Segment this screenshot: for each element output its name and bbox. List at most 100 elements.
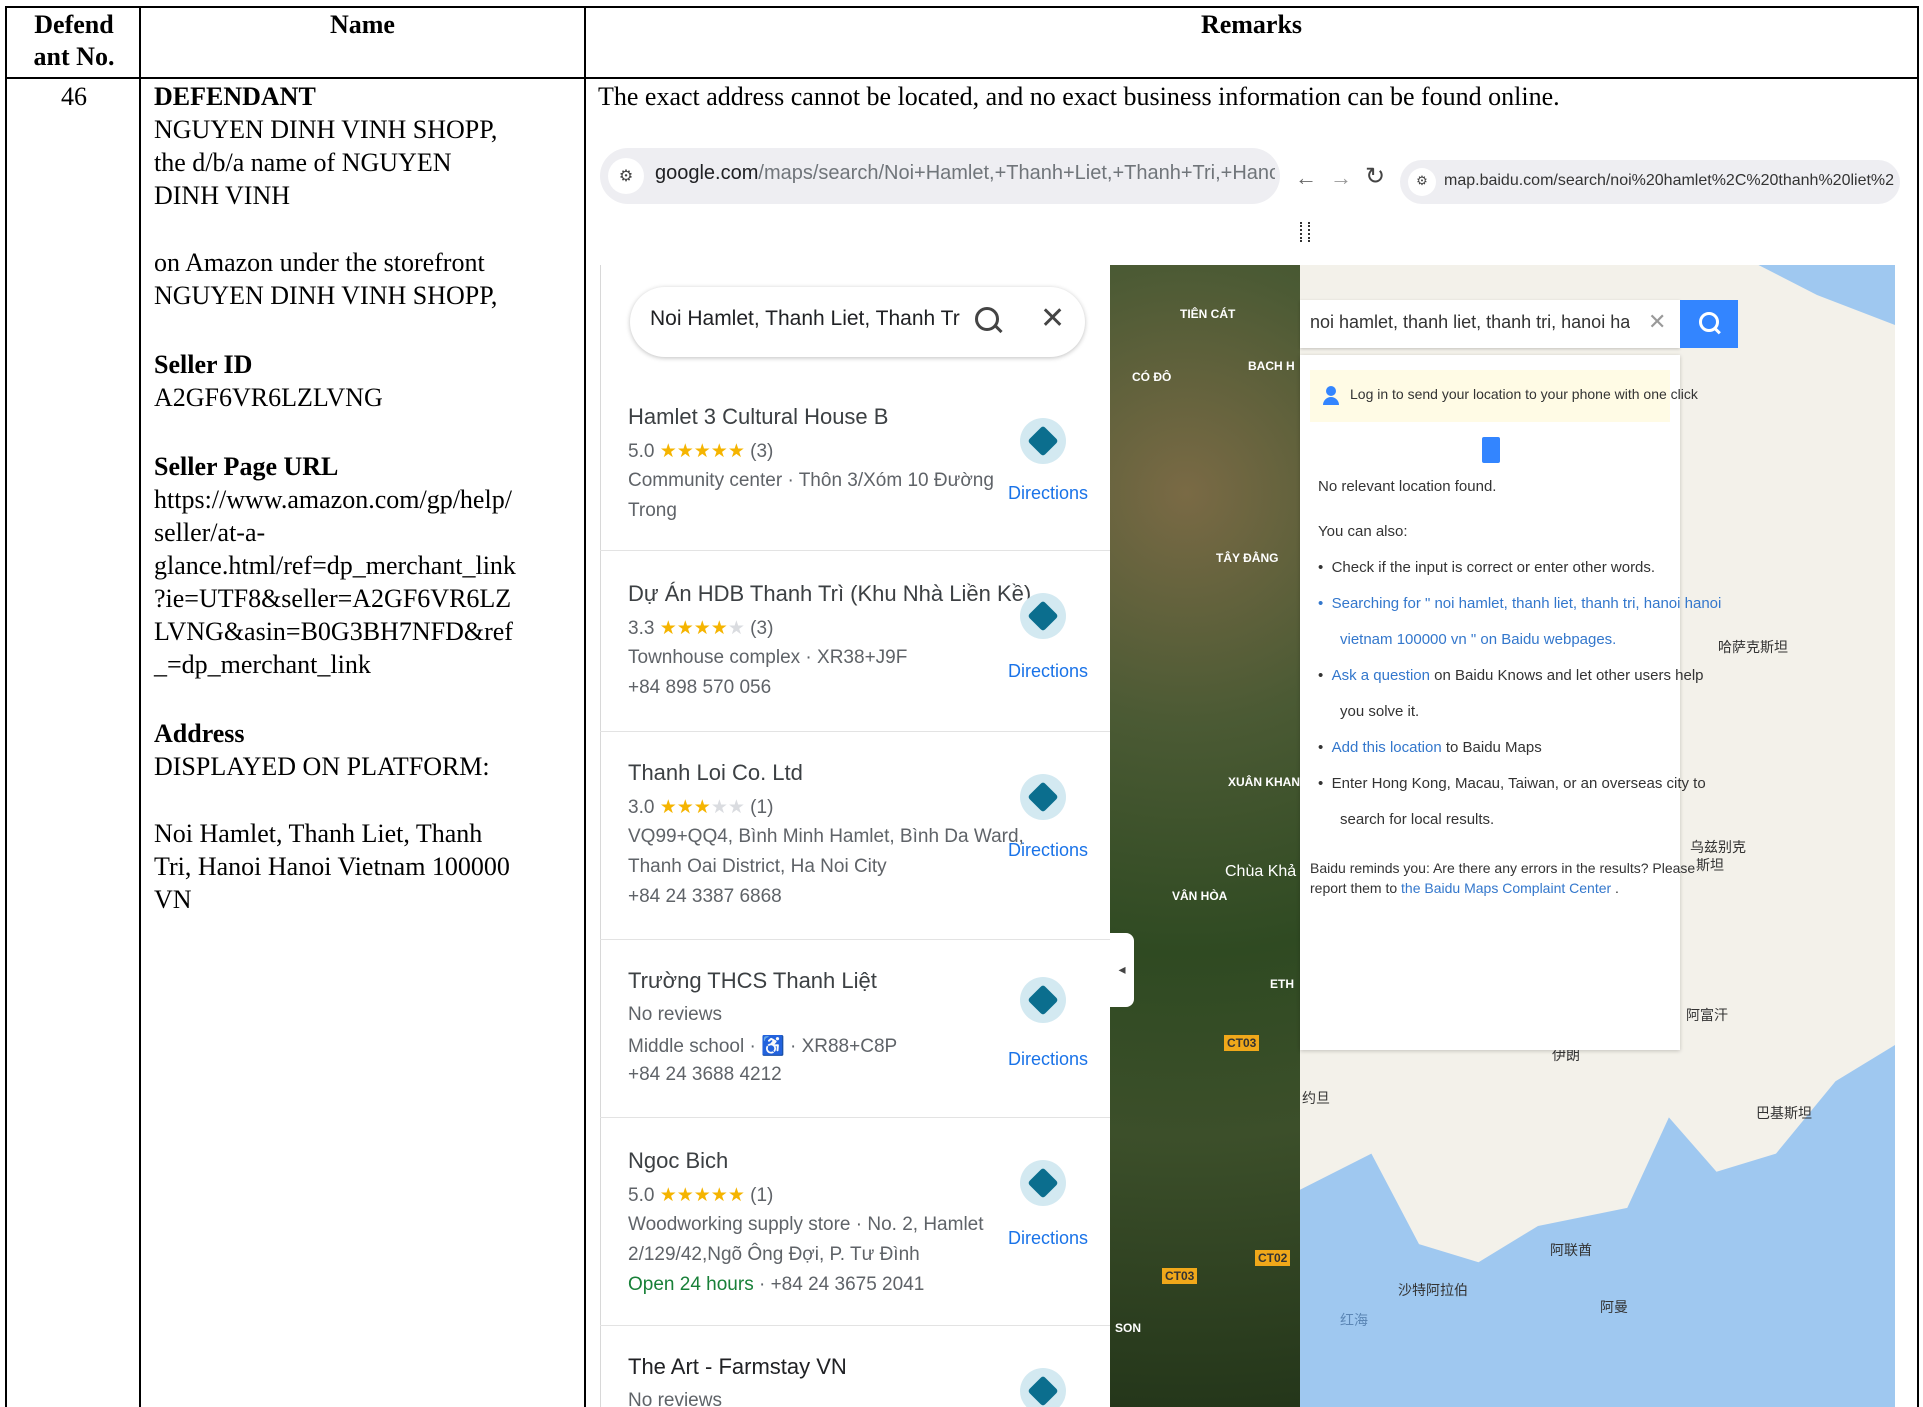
user-icon — [1326, 386, 1336, 396]
directions-button[interactable]: Directions — [1008, 840, 1088, 861]
directions-button[interactable]: Directions — [1008, 1049, 1088, 1070]
tip-item: you solve it. — [1340, 703, 1420, 720]
tip-item: • Enter Hong Kong, Macau, Taiwan, or an … — [1318, 775, 1706, 792]
map-label: 阿曼 — [1600, 1300, 1628, 1316]
site-settings-icon[interactable]: ⚙ — [1408, 168, 1436, 196]
result-detail: +84 24 3688 4212 — [628, 1064, 782, 1085]
map-label: VÂN HÒA — [1172, 889, 1228, 903]
map-label: CT03 — [1162, 1268, 1198, 1284]
seller-url-line: ?ie=UTF8&seller=A2GF6VR6LZ — [154, 584, 512, 613]
result-detail: Townhouse complex · XR38+J9F — [628, 647, 908, 668]
map-label: BACH H — [1248, 359, 1295, 373]
result-detail: +84 24 3387 6868 — [628, 886, 782, 907]
search-icon-handle — [993, 323, 1003, 334]
tip-item: • Add this location to Baidu Maps — [1318, 739, 1542, 756]
result-name: Hamlet 3 Cultural House B — [628, 404, 889, 429]
directions-icon[interactable] — [1020, 774, 1066, 820]
login-text: Log in to send your location to your pho… — [1350, 386, 1698, 402]
address-line: Tri, Hanoi Hanoi Vietnam 100000 — [154, 852, 510, 881]
list-item[interactable]: Ngoc Bich 5.0 ★★★★★ (1) Woodworking supp… — [600, 1120, 1110, 1326]
list-item[interactable]: Hamlet 3 Cultural House B 5.0 ★★★★★ (3) … — [600, 390, 1110, 551]
google-search-input[interactable]: Noi Hamlet, Thanh Liet, Thanh Tri, H — [650, 307, 960, 331]
header-defendant-no-line1: Defend — [34, 10, 114, 39]
result-name: The Art - Farmstay VN — [628, 1354, 847, 1379]
directions-icon[interactable] — [1020, 593, 1066, 639]
directions-button[interactable]: Directions — [1008, 661, 1088, 682]
login-banner[interactable]: Log in to send your location to your pho… — [1310, 370, 1698, 422]
reminder-text: report them to the Baidu Maps Complaint … — [1310, 880, 1619, 896]
reload-icon[interactable]: ↻ — [1365, 162, 1385, 191]
not-found-text: No relevant location found. — [1318, 478, 1497, 495]
map-label: CT03 — [1224, 1035, 1260, 1051]
directions-icon[interactable] — [1020, 418, 1066, 464]
name-line: NGUYEN DINH VINH SHOPP, — [154, 115, 498, 144]
result-rating: 5.0 ★★★★★ (1) — [628, 1185, 774, 1206]
close-icon[interactable]: ✕ — [1648, 309, 1666, 335]
result-detail: Middle school · ♿ · XR88+C8P — [628, 1036, 898, 1057]
seller-url-line: https://www.amazon.com/gp/help/ — [154, 485, 512, 514]
result-detail: Community center · Thôn 3/Xóm 10 Đường — [628, 470, 994, 491]
header-name: Name — [330, 10, 395, 39]
map-label: 乌兹别克 — [1690, 840, 1746, 856]
baidu-address-bar[interactable]: ⚙ map.baidu.com/search/noi%20hamlet%2C%2… — [1400, 160, 1900, 204]
map-label: CT02 — [1255, 1250, 1291, 1266]
result-detail: 2/129/42,Ngõ Ông Đợi, P. Tư Đình — [628, 1244, 920, 1265]
sea-area — [1300, 1045, 1895, 1407]
seller-url-line: glance.html/ref=dp_merchant_link — [154, 551, 516, 580]
header-defendant-no: Defend ant No. — [8, 9, 140, 73]
result-detail: VQ99+QQ4, Bình Minh Hamlet, Bình Da Ward… — [628, 826, 1024, 847]
google-search-box[interactable]: Noi Hamlet, Thanh Liet, Thanh Tri, H ✕ — [630, 287, 1085, 357]
you-can-also: You can also: — [1318, 523, 1408, 540]
storefront-line: NGUYEN DINH VINH SHOPP, — [154, 281, 498, 310]
baidu-search-input[interactable]: noi hamlet, thanh liet, thanh tri, hanoi… — [1310, 312, 1630, 333]
baidu-search-button[interactable] — [1680, 300, 1738, 348]
complaint-center-link[interactable]: the Baidu Maps Complaint Center — [1401, 880, 1611, 896]
defendant-heading: DEFENDANT — [154, 82, 316, 111]
result-detail: Thanh Oai District, Ha Noi City — [628, 856, 887, 877]
close-icon[interactable]: ✕ — [1040, 301, 1065, 336]
address-sub: DISPLAYED ON PLATFORM: — [154, 752, 490, 781]
col-divider-1 — [139, 6, 141, 1407]
table-top-border — [5, 6, 1919, 8]
header-defendant-no-line2: ant No. — [33, 42, 115, 71]
seller-url-label: Seller Page URL — [154, 452, 339, 481]
collapse-panel-button[interactable]: ◂ — [1110, 933, 1134, 1007]
list-item[interactable]: Dự Án HDB Thanh Trì (Khu Nhà Liền Kề) 3.… — [600, 553, 1110, 732]
result-rating: No reviews — [628, 1004, 722, 1025]
forward-arrow-icon[interactable]: → — [1330, 165, 1352, 191]
reminder-text: Baidu reminds you: Are there any errors … — [1310, 860, 1696, 876]
result-rating: 3.0 ★★★★★ (1) — [628, 797, 774, 818]
result-detail: +84 898 570 056 — [628, 677, 772, 698]
result-detail: Trong — [628, 500, 677, 521]
user-icon-body — [1323, 397, 1339, 405]
address-line: VN — [154, 885, 192, 914]
defendant-number: 46 — [61, 82, 87, 111]
satellite-map[interactable]: ◂ TIÊN CÁT CÓ ĐÔ BACH H TÂY ĐẰNG XUÂN KH… — [1110, 265, 1300, 1407]
directions-icon[interactable] — [1020, 977, 1066, 1023]
directions-icon[interactable] — [1020, 1160, 1066, 1206]
map-label: Chùa Khả — [1225, 863, 1297, 880]
list-item[interactable]: The Art - Farmstay VN No reviews — [600, 1328, 1110, 1407]
directions-button[interactable]: Directions — [1008, 1228, 1088, 1249]
list-item[interactable]: Trường THCS Thanh Liệt No reviews Middle… — [600, 942, 1110, 1118]
baidu-search-box[interactable]: noi hamlet, thanh liet, thanh tri, hanoi… — [1300, 300, 1680, 348]
drag-handle-icon[interactable] — [1300, 222, 1310, 242]
back-arrow-icon[interactable]: ← — [1295, 165, 1317, 191]
directions-button[interactable]: Directions — [1008, 483, 1088, 504]
result-rating: No reviews — [628, 1390, 722, 1407]
map-label: 哈萨克斯坦 — [1718, 640, 1788, 656]
google-url: google.com/maps/search/Noi+Hamlet,+Thanh… — [655, 162, 1275, 184]
map-label: CÓ ĐÔ — [1132, 370, 1172, 384]
result-rating: 5.0 ★★★★★ (3) — [628, 441, 774, 462]
seller-id-value: A2GF6VR6LZLVNG — [154, 383, 383, 412]
tip-item: search for local results. — [1340, 811, 1495, 828]
baidu-url: map.baidu.com/search/noi%20hamlet%2C%20t… — [1444, 172, 1894, 189]
directions-icon[interactable] — [1020, 1368, 1066, 1407]
google-address-bar[interactable]: ⚙ google.com/maps/search/Noi+Hamlet,+Tha… — [600, 148, 1280, 204]
map-label: 斯坦 — [1696, 858, 1724, 874]
site-settings-icon[interactable]: ⚙ — [608, 158, 644, 194]
seller-url-line: _=dp_merchant_link — [154, 650, 371, 679]
address-label: Address — [154, 719, 245, 748]
tip-item[interactable]: • Searching for " noi hamlet, thanh liet… — [1318, 595, 1721, 612]
list-item[interactable]: Thanh Loi Co. Ltd 3.0 ★★★★★ (1) VQ99+QQ4… — [600, 734, 1110, 940]
